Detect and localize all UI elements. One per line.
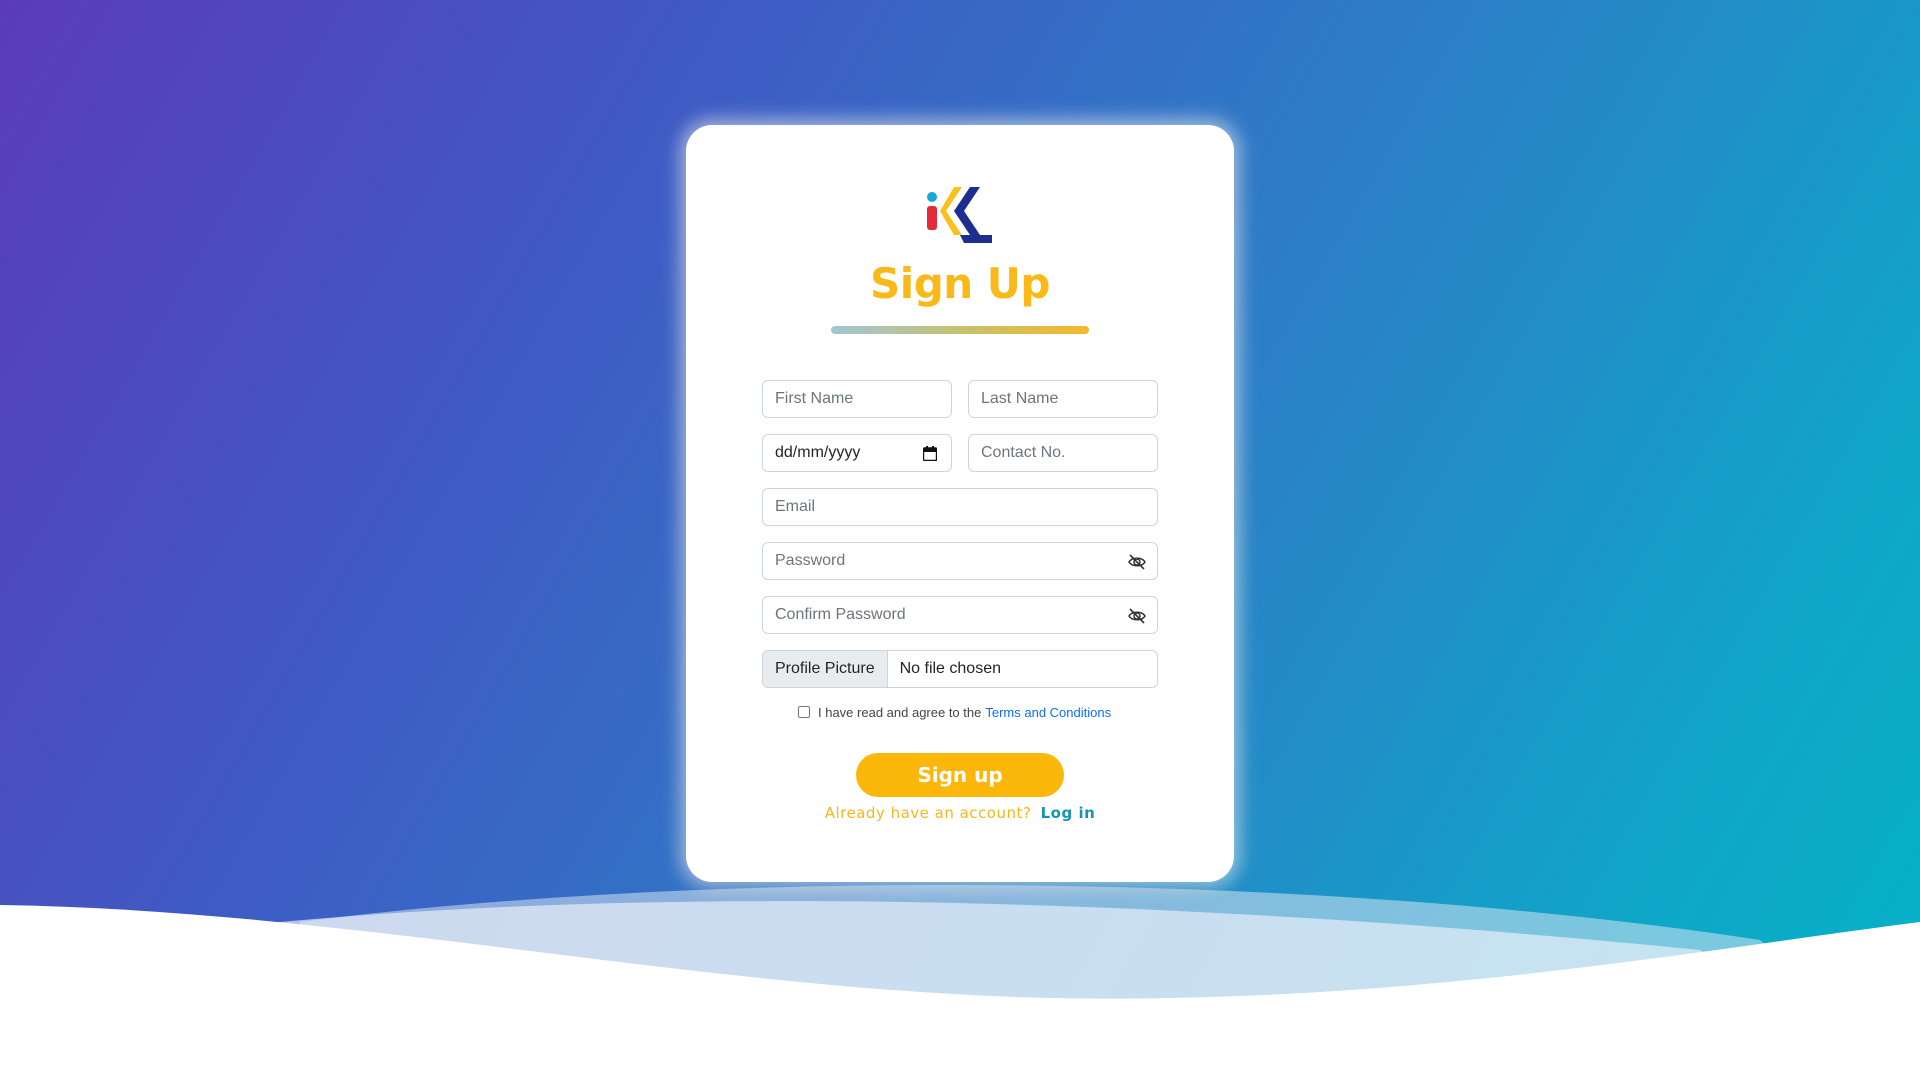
email-placeholder: Email [775,498,816,515]
terms-link[interactable]: Terms and Conditions [985,705,1111,720]
profile-picture-file-input[interactable]: Profile Picture No file chosen [762,650,1158,688]
choose-file-button[interactable]: Profile Picture [763,651,888,687]
first-name-placeholder: First Name [775,390,854,407]
confirm-password-input[interactable]: Confirm Password [762,596,1158,634]
signup-card: Sign Up First Name Last Name dd/mm/yyyy … [686,125,1234,882]
eye-slash-icon[interactable] [1127,552,1147,572]
email-input[interactable]: Email [762,488,1158,526]
login-prompt-row: Already have an account? Log in [686,804,1234,822]
title-underline [831,326,1089,334]
ik-logo [927,187,992,243]
date-of-birth-input[interactable]: dd/mm/yyyy [762,434,952,472]
signup-button[interactable]: Sign up [856,753,1064,797]
contact-number-placeholder: Contact No. [981,444,1066,461]
terms-row: I have read and agree to the Terms and C… [798,703,1178,721]
file-status-text: No file chosen [899,660,1001,677]
eye-slash-icon[interactable] [1127,606,1147,626]
login-link[interactable]: Log in [1041,804,1096,822]
calendar-icon[interactable] [923,446,937,461]
login-prompt-text: Already have an account? [824,804,1032,822]
confirm-password-placeholder: Confirm Password [775,606,906,623]
first-name-input[interactable]: First Name [762,380,952,418]
last-name-input[interactable]: Last Name [968,380,1158,418]
last-name-placeholder: Last Name [981,390,1059,407]
terms-text: I have read and agree to the [818,704,982,720]
date-of-birth-value: dd/mm/yyyy [775,444,861,461]
page-title: Sign Up [870,259,1050,308]
password-input[interactable]: Password [762,542,1158,580]
terms-checkbox[interactable] [798,706,810,718]
contact-number-input[interactable]: Contact No. [968,434,1158,472]
password-placeholder: Password [775,552,846,569]
